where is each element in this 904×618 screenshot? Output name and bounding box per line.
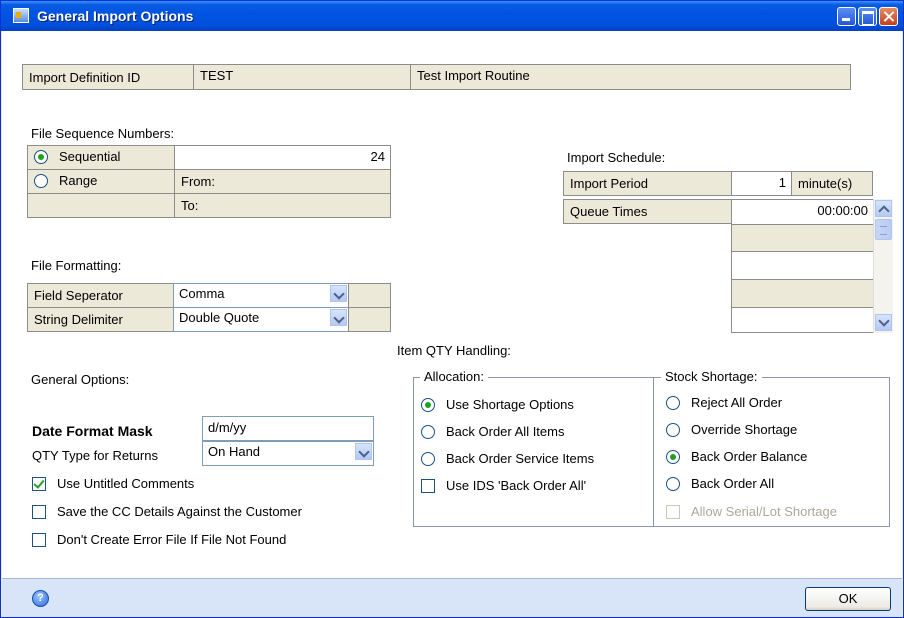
back-order-all-items-radio[interactable] [421,425,435,439]
use-ids-back-order-label: Use IDS 'Back Order All' [446,478,587,493]
item-qty-heading: Item QTY Handling: [397,343,511,358]
field-separator-label: Field Seperator [27,283,174,308]
file-formatting-heading: File Formatting: [31,258,122,273]
range-radio[interactable] [34,174,48,188]
import-schedule-heading: Import Schedule: [567,150,666,165]
use-untitled-comments-label: Use Untitled Comments [57,476,195,491]
queue-times-scrollbar[interactable] [873,199,893,333]
save-cc-details-label: Save the CC Details Against the Customer [57,504,302,519]
app-icon [13,8,29,23]
sequential-number-field[interactable]: 24 [174,145,391,170]
string-delimiter-label: String Delimiter [27,307,174,332]
dialog-footer: ? OK [2,578,902,617]
date-format-mask-input[interactable]: d/m/yy [202,416,374,441]
title-bar[interactable]: General Import Options [1,1,903,31]
range-from-label: From: [174,169,391,194]
back-order-all-label: Back Order All [691,476,775,491]
field-separator-value: Comma [179,286,225,301]
window-title: General Import Options [37,8,194,24]
definition-description: Test Import Routine [410,64,851,90]
range-to-label: To: [174,193,391,218]
sequential-option[interactable]: Sequential [27,145,175,170]
ok-button[interactable]: OK [805,587,891,611]
chevron-down-icon[interactable] [330,309,347,326]
back-order-all-items-label: Back Order All Items [446,424,565,439]
back-order-balance-radio[interactable] [666,450,680,464]
string-delimiter-spacer [348,307,391,332]
back-order-balance-label: Back Order Balance [691,449,808,464]
file-sequence-heading: File Sequence Numbers: [31,126,175,141]
use-shortage-options-label: Use Shortage Options [446,397,574,412]
queue-time-row-1[interactable]: 00:00:00 [731,199,874,225]
general-options-heading: General Options: [31,372,130,387]
close-button[interactable] [879,7,898,26]
help-icon[interactable]: ? [32,590,49,607]
field-separator-spacer [348,283,391,308]
save-cc-details-checkbox[interactable] [32,505,46,519]
allow-serial-lot-checkbox[interactable] [666,505,680,519]
no-error-file-label: Don't Create Error File If File Not Foun… [57,532,287,547]
dialog-content: Import Definition ID TEST Test Import Ro… [2,31,902,578]
use-shortage-options-radio[interactable] [421,398,435,412]
qty-type-returns-select[interactable]: On Hand [202,441,374,466]
queue-time-row-2[interactable] [731,224,874,252]
back-order-all-radio[interactable] [666,477,680,491]
qty-type-returns-value: On Hand [208,444,261,459]
queue-time-row-5[interactable] [731,307,874,333]
date-format-mask-label: Date Format Mask [32,423,153,439]
stock-shortage-legend: Stock Shortage: [661,369,762,384]
scroll-down-icon[interactable] [875,314,892,331]
use-ids-back-order-checkbox[interactable] [421,479,435,493]
range-option[interactable]: Range [27,169,175,194]
use-untitled-comments-checkbox[interactable] [32,477,46,491]
string-delimiter-value: Double Quote [179,310,260,325]
queue-times-label: Queue Times [563,199,732,224]
reject-all-order-radio[interactable] [666,396,680,410]
minimize-button[interactable] [837,7,856,26]
scroll-up-icon[interactable] [875,200,892,217]
maximize-button[interactable] [858,7,877,26]
allow-serial-lot-label: Allow Serial/Lot Shortage [691,504,837,519]
sequential-radio[interactable] [34,150,48,164]
scroll-thumb[interactable] [875,219,892,240]
no-error-file-checkbox[interactable] [32,533,46,547]
allocation-legend: Allocation: [420,369,488,384]
queue-time-row-3[interactable] [731,251,874,280]
definition-id-value: TEST [193,64,411,90]
range-spacer [27,193,175,218]
queue-time-row-4[interactable] [731,279,874,308]
back-order-service-items-radio[interactable] [421,452,435,466]
import-period-field[interactable]: 1 [731,171,792,196]
chevron-down-icon[interactable] [330,285,347,302]
import-period-label: Import Period [563,171,732,196]
range-label: Range [59,173,98,188]
string-delimiter-select[interactable]: Double Quote [173,307,349,332]
back-order-service-items-label: Back Order Service Items [446,451,595,466]
reject-all-order-label: Reject All Order [691,395,783,410]
import-period-unit: minute(s) [791,171,873,196]
override-shortage-label: Override Shortage [691,422,798,437]
definition-id-label: Import Definition ID [22,64,194,90]
field-separator-select[interactable]: Comma [173,283,349,308]
override-shortage-radio[interactable] [666,423,680,437]
dialog-window: General Import Options Import Definition… [0,0,904,618]
qty-type-returns-label: QTY Type for Returns [32,448,158,463]
sequential-label: Sequential [59,149,121,164]
chevron-down-icon[interactable] [355,443,372,460]
